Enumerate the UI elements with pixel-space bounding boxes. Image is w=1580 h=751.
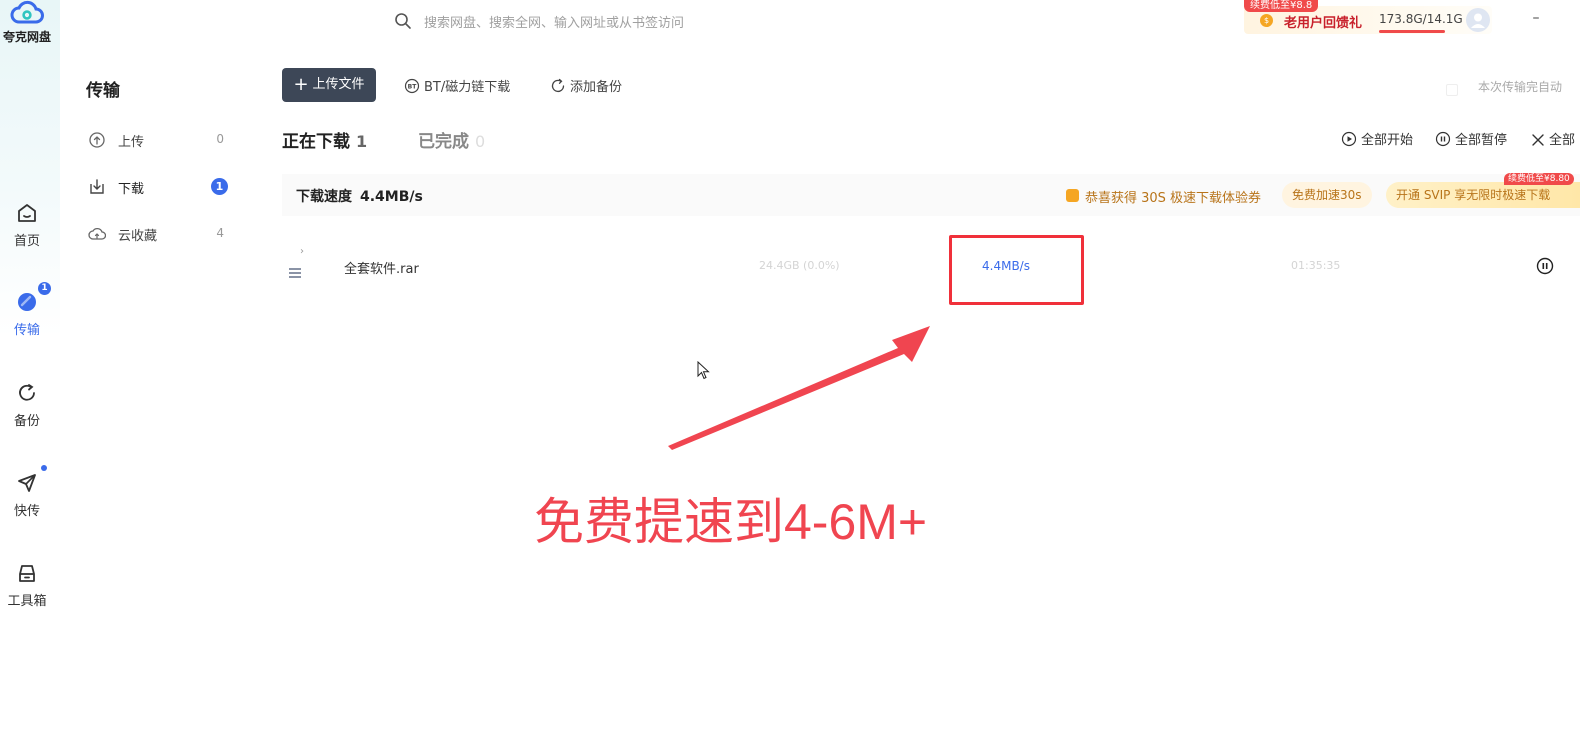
storage-bar — [1379, 30, 1445, 33]
sidebar-item-label: 上传 — [118, 135, 145, 150]
svg-text:BT: BT — [408, 84, 418, 91]
sidebar-title: 传输 — [86, 81, 120, 101]
drag-handle-icon[interactable]: › — [300, 246, 304, 257]
upload-file-button[interactable]: + 上传文件 — [282, 68, 376, 102]
tab-completed[interactable]: 已完成 0 — [418, 127, 485, 152]
home-icon — [18, 204, 36, 222]
pause-all-label: 全部暂停 — [1455, 133, 1508, 148]
sidebar-item-cloud-save[interactable]: 云收藏 4 — [86, 219, 232, 249]
sidebar-item-badge: 1 — [211, 178, 228, 195]
tab-label: 已完成 — [418, 132, 469, 152]
bt-download-button[interactable]: BT BT/磁力链下载 — [404, 76, 510, 95]
coupon-icon — [1066, 189, 1079, 202]
play-circle-icon — [1341, 131, 1357, 147]
quick-send-dot — [41, 465, 47, 471]
file-type-icon — [289, 268, 301, 280]
annotation-arrow — [668, 326, 930, 450]
speed-highlight-box — [949, 235, 1084, 305]
rail-item-label: 工具箱 — [7, 594, 47, 609]
search-icon[interactable] — [394, 12, 412, 30]
transfer-icon — [18, 293, 36, 311]
transfer-badge: 1 — [38, 282, 51, 295]
storage-bar-fill — [1379, 30, 1445, 33]
sidebar-item-count: 4 — [216, 226, 224, 240]
toolbox-icon — [19, 565, 35, 582]
coin-icon: $ — [1260, 14, 1273, 27]
pause-all-button[interactable]: 全部暂停 — [1435, 129, 1507, 148]
backup-icon — [19, 384, 35, 401]
user-icon — [1471, 13, 1485, 28]
upload-file-label: 上传文件 — [312, 77, 365, 92]
rail-item-label: 首页 — [13, 234, 40, 249]
add-backup-button[interactable]: 添加备份 — [550, 76, 622, 95]
tab-count: 0 — [475, 132, 486, 151]
file-name[interactable]: 全套软件.rar — [344, 258, 419, 277]
sidebar-item-upload[interactable]: 上传 0 — [86, 125, 232, 155]
download-icon — [90, 179, 104, 194]
tab-count: 1 — [356, 132, 368, 151]
cloud-save-icon — [88, 227, 106, 240]
avatar[interactable] — [1466, 8, 1490, 32]
bt-download-label: BT/磁力链下载 — [424, 80, 511, 95]
file-size: 24.4GB (0.0%) — [759, 259, 840, 272]
bt-icon: BT — [404, 78, 420, 94]
download-speed-value: 4.4MB/s — [360, 189, 423, 205]
tab-downloading[interactable]: 正在下载 1 — [282, 127, 367, 152]
auto-shutdown-label: 本次传输完自动 — [1478, 80, 1563, 94]
start-all-label: 全部开始 — [1361, 133, 1414, 148]
close-icon — [1532, 134, 1544, 146]
rail-item-home[interactable]: 首页 — [0, 202, 54, 249]
sidebar-item-label: 云收藏 — [118, 229, 158, 244]
pause-icon[interactable] — [1536, 257, 1554, 275]
auto-shutdown-checkbox[interactable] — [1446, 84, 1458, 96]
search-input[interactable]: 搜索网盘、搜索全网、输入网址或从书签访问 — [424, 12, 684, 31]
download-speed: 下载速度 4.4MB/s — [296, 186, 423, 206]
promo-text[interactable]: 老用户回馈礼 — [1284, 12, 1362, 31]
rail-item-label: 快传 — [13, 504, 40, 519]
rail-item-quick-send[interactable]: 快传 — [0, 472, 54, 519]
rail-item-toolbox[interactable]: 工具箱 — [0, 562, 54, 609]
clear-all-label: 全部 — [1549, 133, 1576, 148]
logo-text: 夸克网盘 — [2, 30, 51, 44]
minimize-button[interactable]: – — [1526, 10, 1546, 30]
start-all-button[interactable]: 全部开始 — [1341, 129, 1413, 148]
download-speed-label: 下载速度 — [296, 189, 352, 205]
pause-circle-icon — [1435, 131, 1451, 147]
rail-item-label: 备份 — [13, 414, 40, 429]
coupon-text: 恭喜获得 30S 极速下载体验券 — [1085, 191, 1262, 206]
rail-item-label: 传输 — [13, 323, 40, 338]
mouse-cursor-icon — [697, 361, 710, 380]
quick-send-icon — [18, 474, 36, 492]
clear-all-button[interactable]: 全部 — [1531, 129, 1575, 148]
storage-usage[interactable]: 173.8G/14.1G — [1379, 12, 1463, 26]
tab-label: 正在下载 — [282, 132, 350, 152]
free-accelerate-button[interactable]: 免费加速30s — [1282, 182, 1372, 208]
rail-item-backup[interactable]: 备份 — [0, 382, 54, 429]
backup-icon — [551, 78, 565, 92]
open-svip-button[interactable]: 开通 SVIP 享无限时极速下载 — [1386, 182, 1580, 208]
svip-discount-tag: 续费低至¥8.80 — [1504, 173, 1574, 185]
promo-tag: 续费低至¥8.8 — [1244, 0, 1319, 12]
left-rail — [0, 0, 60, 751]
sidebar-item-label: 下载 — [118, 182, 145, 197]
sidebar-item-count: 0 — [216, 132, 224, 146]
plus-icon: + — [293, 74, 309, 95]
app-logo[interactable]: 夸克网盘 — [0, 0, 54, 52]
file-time-left: 01:35:35 — [1291, 259, 1341, 272]
upload-icon — [89, 132, 105, 148]
annotation-text: 免费提速到4-6M+ — [534, 494, 928, 550]
rail-item-transfer[interactable]: 传输 — [0, 291, 54, 338]
cloud-logo-icon — [10, 0, 44, 24]
sidebar-item-download[interactable]: 下载 1 — [86, 172, 232, 202]
add-backup-label: 添加备份 — [570, 80, 623, 95]
